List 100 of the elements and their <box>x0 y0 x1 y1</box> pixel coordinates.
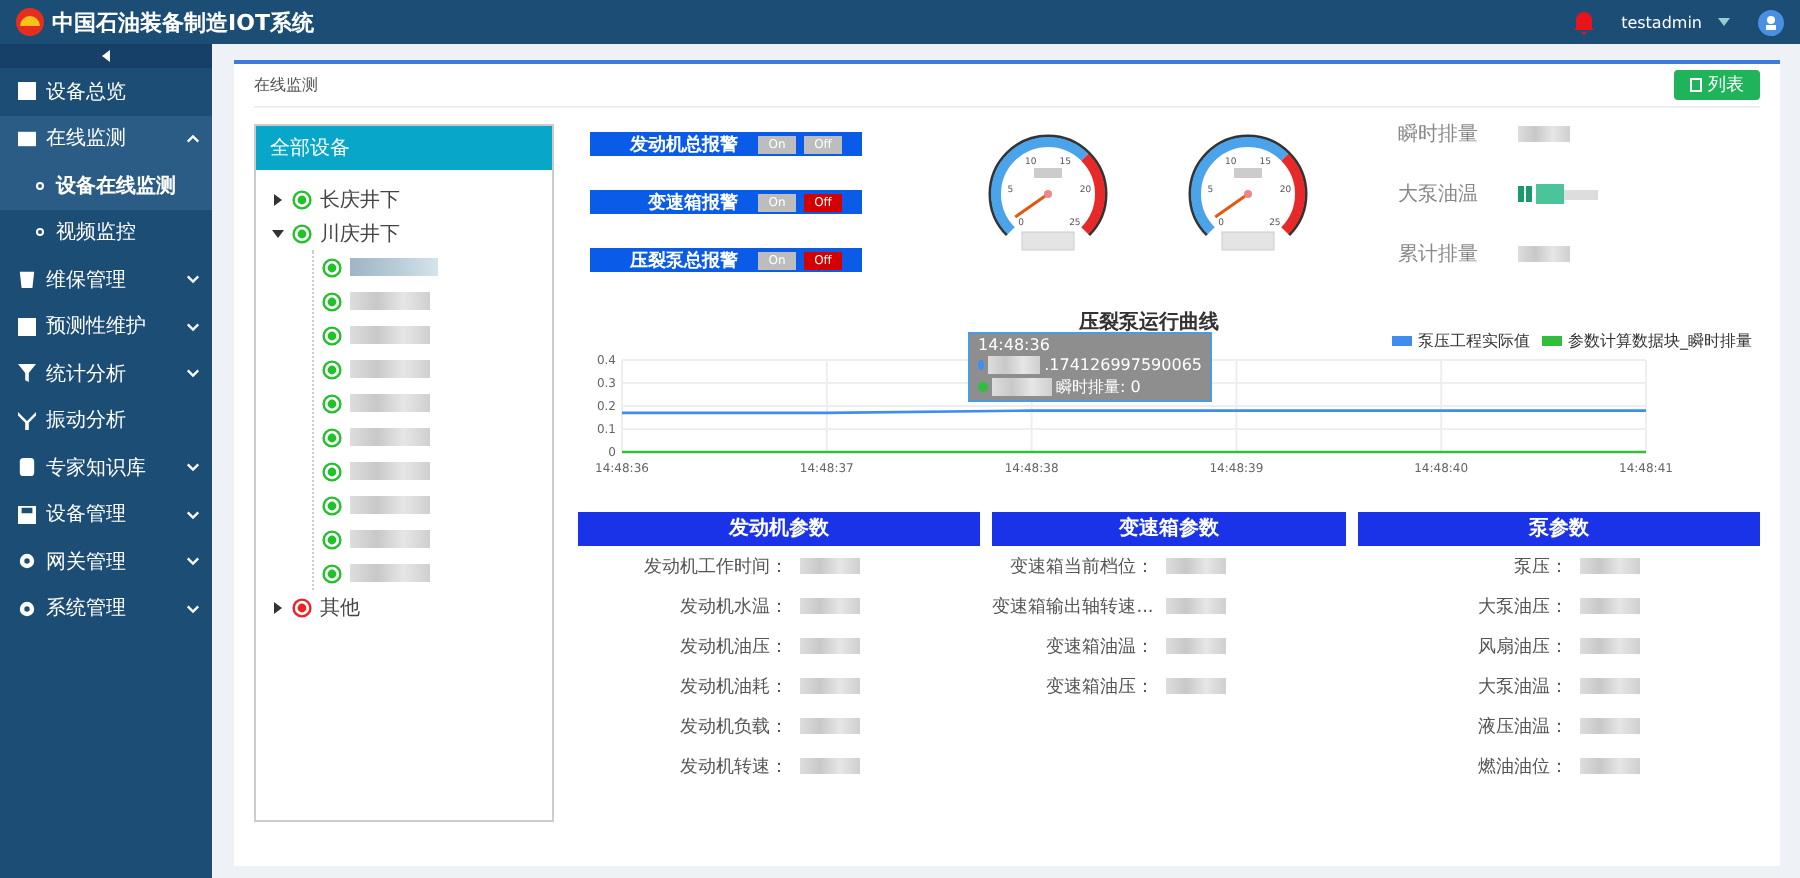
gauge-readout <box>1221 231 1275 251</box>
redacted-device-name[interactable] <box>350 530 430 548</box>
redacted-value <box>800 638 861 654</box>
tree-node-label[interactable]: 长庆井下 <box>320 185 400 213</box>
sidebar-item[interactable]: 振动分析 <box>0 397 212 444</box>
reading-label: 累计排量 <box>1398 241 1480 268</box>
redacted-value <box>987 356 1041 374</box>
chart-tooltip: 14:48:36 .174126997590065 瞬时排量: 0 <box>968 332 1212 402</box>
caret-icon <box>186 462 200 473</box>
breadcrumb[interactable]: 在线监测 <box>254 74 318 96</box>
section-header: 泵参数 <box>1357 512 1760 546</box>
redacted-device-name[interactable] <box>350 360 430 378</box>
gear-icon <box>18 599 36 618</box>
gauge-drawing <box>1188 134 1308 236</box>
param-label: 变速箱当前档位： <box>1007 555 1156 579</box>
redacted-device-name[interactable] <box>350 428 430 446</box>
tree-header: 全部设备 <box>256 126 552 170</box>
sidebar-item[interactable]: 维保管理 <box>0 256 212 303</box>
redacted-device-name[interactable] <box>350 258 438 276</box>
redacted-value <box>1580 598 1640 614</box>
param-label: 燃油油位： <box>1476 755 1570 779</box>
redacted-device-name[interactable] <box>350 462 430 480</box>
caret-icon <box>186 133 200 144</box>
level-bar-drawing <box>1518 184 1598 204</box>
sidebar-subitem[interactable]: 设备在线监测 <box>0 162 212 209</box>
sidebar-item[interactable]: 设备总览 <box>0 68 212 115</box>
redacted-value <box>1165 598 1226 614</box>
logo-icon <box>16 8 44 36</box>
redacted-device-name[interactable] <box>350 564 430 582</box>
param-label: 泵压： <box>1512 555 1570 579</box>
redacted-value <box>1034 168 1062 178</box>
user-avatar-icon[interactable] <box>1758 9 1784 35</box>
redacted-value <box>1580 718 1640 734</box>
collapse-bar[interactable] <box>0 44 212 68</box>
param-label: 变速箱输出轴转速... <box>992 595 1156 619</box>
reading-label: 大泵油温 <box>1398 181 1480 208</box>
gauge-readout <box>1021 231 1075 251</box>
param-label: 发动机负载： <box>678 715 791 739</box>
caret-icon <box>1718 18 1730 26</box>
redacted-value <box>1165 638 1226 654</box>
redacted-value <box>800 598 861 614</box>
param-label: 风扇油压： <box>1476 635 1570 659</box>
caret-icon <box>186 321 200 332</box>
redacted-value <box>1518 246 1570 262</box>
redacted-value <box>1234 168 1262 178</box>
sidebar-item[interactable]: 网关管理 <box>0 538 212 585</box>
sidebar-item[interactable]: 在线监测 <box>0 115 212 162</box>
param-label: 大泵油压： <box>1476 595 1570 619</box>
collapse-arrow-icon <box>102 50 110 62</box>
monitor-icon <box>18 129 36 148</box>
legend-item[interactable]: 泵压工程实际值 <box>1392 330 1530 352</box>
gear-icon <box>18 552 36 571</box>
redacted-device-name[interactable] <box>350 496 430 514</box>
gauge-drawing <box>988 134 1108 236</box>
book-icon <box>18 458 36 477</box>
redacted-device-name[interactable] <box>350 394 430 412</box>
filter-icon <box>18 364 36 383</box>
param-label: 发动机水温： <box>678 595 791 619</box>
redacted-value <box>800 718 861 734</box>
param-label: 发动机工作时间： <box>642 555 791 579</box>
square-icon <box>18 317 36 336</box>
redacted-value <box>800 678 861 694</box>
list-icon <box>1690 78 1702 92</box>
redacted-value <box>1580 758 1640 774</box>
sidebar-item[interactable]: 统计分析 <box>0 350 212 397</box>
redacted-value <box>1580 678 1640 694</box>
collapse-arrow-icon[interactable] <box>272 227 284 239</box>
reading-label: 瞬时排量 <box>1398 121 1480 148</box>
bullet-icon <box>36 228 44 237</box>
app-title: 中国石油装备制造IOT系统 <box>52 7 314 37</box>
redacted-value <box>992 378 1052 396</box>
caret-icon <box>186 274 200 285</box>
expand-arrow-icon[interactable] <box>272 601 284 613</box>
tree-node-label[interactable]: 其他 <box>320 593 360 621</box>
sidebar-item[interactable]: 系统管理 <box>0 585 212 632</box>
caret-icon <box>186 368 200 379</box>
legend-item[interactable]: 参数计算数据块_瞬时排量 <box>1542 330 1752 352</box>
redacted-device-name[interactable] <box>350 326 430 344</box>
bell-icon[interactable] <box>1573 11 1594 33</box>
sidebar-item[interactable]: 专家知识库 <box>0 444 212 491</box>
square-icon <box>18 82 36 101</box>
caret-icon <box>186 509 200 520</box>
sidebar-item[interactable]: 设备管理 <box>0 491 212 538</box>
expand-arrow-icon[interactable] <box>272 193 284 205</box>
bullet-icon <box>36 181 44 190</box>
caret-icon <box>186 603 200 614</box>
chart-title: 压裂泵运行曲线 <box>1077 309 1221 336</box>
section-header: 发动机参数 <box>578 512 981 546</box>
redacted-value <box>800 558 861 574</box>
username[interactable]: testadmin <box>1621 13 1702 31</box>
sidebar-item[interactable]: 预测性维护 <box>0 303 212 350</box>
param-label: 液压油温： <box>1476 715 1570 739</box>
redacted-device-name[interactable] <box>350 292 430 310</box>
section-header: 变速箱参数 <box>992 512 1346 546</box>
param-label: 变速箱油温： <box>1043 635 1156 659</box>
caret-icon <box>186 556 200 567</box>
redacted-value <box>1165 678 1226 694</box>
redacted-value <box>1580 558 1640 574</box>
bin-icon <box>18 270 36 289</box>
tree-node-label[interactable]: 川庆井下 <box>320 219 400 247</box>
